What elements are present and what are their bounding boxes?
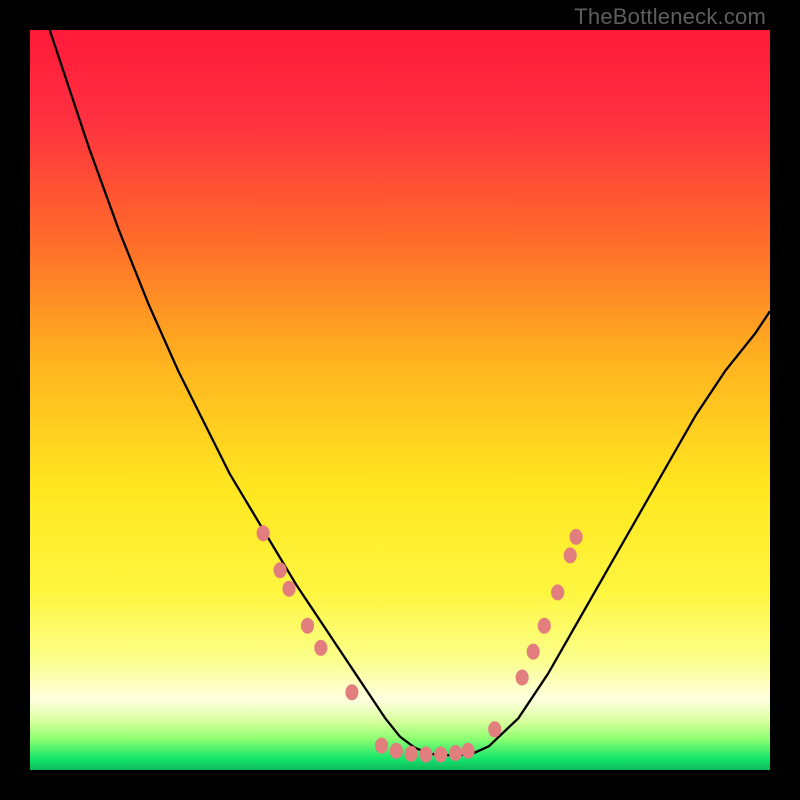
curve-marker — [434, 746, 447, 762]
plot-area — [30, 30, 770, 770]
chart-svg — [30, 30, 770, 770]
outer-frame: TheBottleneck.com — [0, 0, 800, 800]
curve-marker — [390, 743, 403, 759]
curve-marker — [301, 618, 314, 634]
watermark-text: TheBottleneck.com — [574, 4, 766, 30]
gradient-background — [30, 30, 770, 770]
curve-marker — [462, 743, 475, 759]
curve-marker — [274, 562, 287, 578]
curve-marker — [564, 547, 577, 563]
curve-marker — [449, 745, 462, 761]
curve-marker — [257, 525, 270, 541]
curve-marker — [375, 738, 388, 754]
curve-marker — [345, 684, 358, 700]
curve-marker — [314, 640, 327, 656]
curve-marker — [538, 618, 551, 634]
curve-marker — [551, 584, 564, 600]
curve-marker — [570, 529, 583, 545]
curve-marker — [488, 721, 501, 737]
curve-marker — [282, 581, 295, 597]
curve-marker — [419, 746, 432, 762]
curve-marker — [527, 644, 540, 660]
curve-marker — [405, 746, 418, 762]
curve-marker — [516, 670, 529, 686]
